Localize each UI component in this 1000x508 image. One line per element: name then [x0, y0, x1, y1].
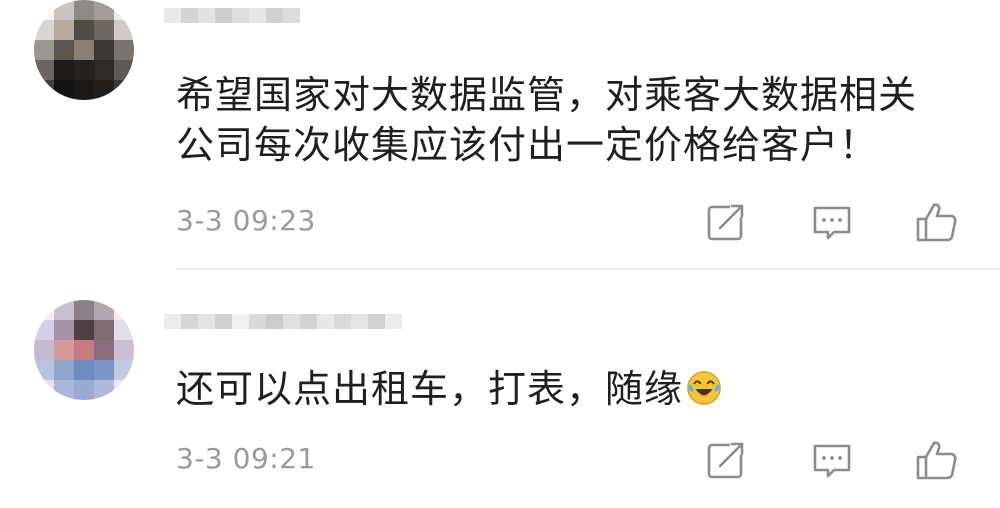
- thumbs-up-icon: [916, 203, 957, 242]
- comment-text-line: 还可以点出租车，打表，随缘: [176, 367, 684, 411]
- comment-text-line: 公司每次收集应该付出一定价格给客户！: [176, 123, 879, 167]
- share-icon: [707, 441, 746, 479]
- share-button[interactable]: [704, 438, 748, 482]
- share-button[interactable]: [704, 200, 748, 244]
- like-button[interactable]: [914, 200, 958, 244]
- timestamp: 3-3 09:23: [176, 204, 316, 237]
- reply-button[interactable]: [810, 200, 854, 244]
- username-obscured[interactable]: [164, 8, 300, 38]
- comment-text: 希望国家对大数据监管，对乘客大数据相关 公司每次收集应该付出一定价格给客户！: [176, 70, 976, 170]
- comment-item: 还可以点出租车，打表，随缘 3-3 09:21: [0, 270, 1000, 508]
- reply-icon: [813, 444, 851, 478]
- timestamp: 3-3 09:21: [176, 442, 316, 475]
- comment-meta: 3-3 09:23: [176, 200, 960, 244]
- avatar[interactable]: [34, 300, 134, 400]
- comment-meta: 3-3 09:21: [176, 438, 960, 482]
- like-button[interactable]: [914, 438, 958, 482]
- reply-icon: [813, 206, 851, 240]
- avatar[interactable]: [34, 0, 134, 100]
- share-icon: [707, 203, 746, 241]
- laughing-tears-emoji: [687, 371, 721, 405]
- comment-item: 希望国家对大数据监管，对乘客大数据相关 公司每次收集应该付出一定价格给客户！ 3…: [0, 0, 1000, 270]
- comment-text-line: 希望国家对大数据监管，对乘客大数据相关: [176, 73, 918, 117]
- reply-button[interactable]: [810, 438, 854, 482]
- thumbs-up-icon: [916, 441, 957, 480]
- comment-text: 还可以点出租车，打表，随缘: [176, 364, 976, 414]
- username-obscured[interactable]: [164, 314, 402, 344]
